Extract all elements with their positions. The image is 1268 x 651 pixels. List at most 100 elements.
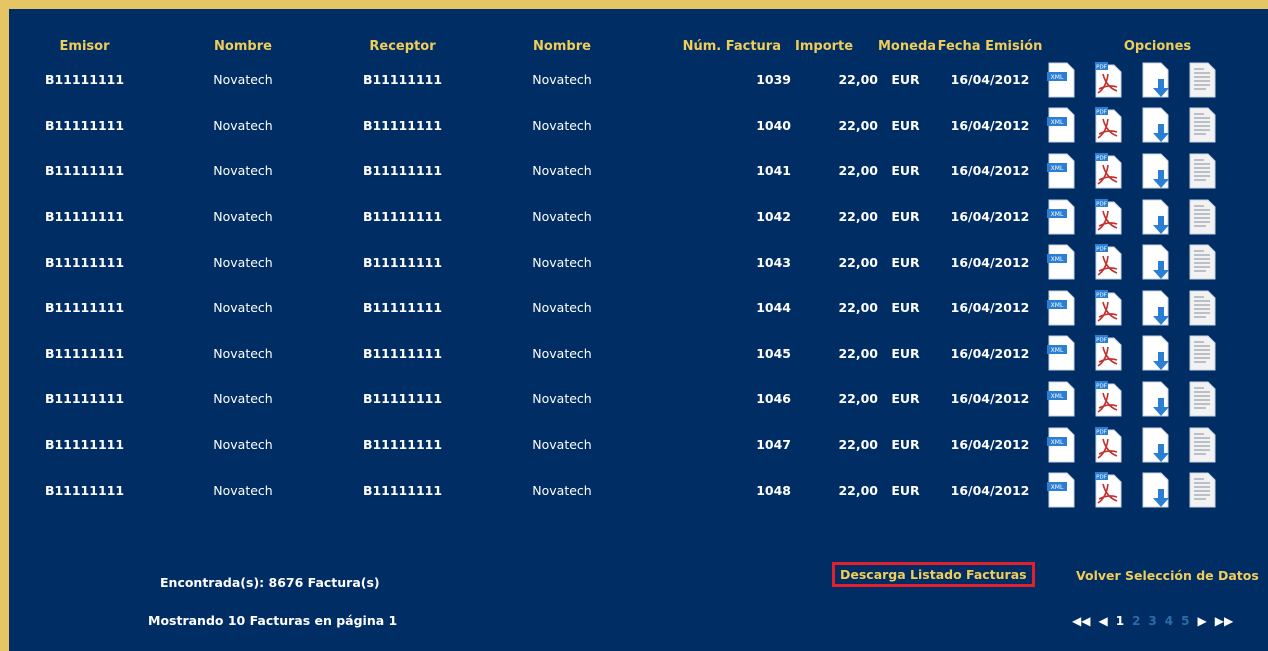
download-list-link[interactable]: Descarga Listado Facturas (832, 562, 1035, 587)
pdf-icon[interactable]: PDF (1094, 198, 1122, 235)
page-1-link[interactable]: 1 (1116, 614, 1124, 628)
pdf-icon[interactable]: PDF (1094, 335, 1122, 371)
prev-page-button[interactable]: ◀ (1098, 614, 1107, 628)
cell-moneda: EUR (891, 437, 920, 453)
page-2-link[interactable]: 2 (1132, 614, 1140, 628)
cell-nombre-emisor: Novatech (213, 482, 273, 498)
svg-text:XML: XML (1051, 484, 1064, 491)
document-icon[interactable] (1188, 199, 1216, 235)
document-icon[interactable] (1188, 472, 1216, 508)
document-icon[interactable] (1188, 290, 1216, 326)
download-icon[interactable] (1141, 335, 1169, 371)
cell-opciones: XML PDF (1047, 422, 1268, 468)
cell-opciones: XML PDF (1047, 467, 1268, 513)
cell-opciones: XML PDF (1047, 57, 1268, 103)
xml-icon[interactable]: XML (1047, 290, 1075, 326)
pdf-icon[interactable]: PDF (1094, 61, 1122, 98)
table-row: B11111111 Novatech B11111111 Novatech 1044 22… (9, 285, 1268, 331)
header-receptor: Receptor (369, 38, 436, 54)
table-row: B11111111 Novatech B11111111 Novatech 1043 22… (9, 239, 1268, 285)
document-icon[interactable] (1188, 381, 1216, 417)
header-num-factura: Núm. Factura (682, 38, 781, 54)
next-page-button[interactable]: ▶ (1198, 614, 1207, 628)
cell-nombre-receptor: Novatech (532, 482, 592, 498)
header-nombre-emisor: Nombre (214, 38, 272, 54)
download-icon[interactable] (1141, 427, 1169, 463)
svg-text:XML: XML (1051, 74, 1064, 81)
cell-emisor: B11111111 (44, 117, 125, 133)
cell-num-factura: 1039 (756, 72, 791, 88)
table-row: B11111111 Novatech B11111111 Novatech 1042 22… (9, 194, 1268, 240)
download-icon[interactable] (1141, 472, 1169, 508)
cell-moneda: EUR (891, 300, 920, 316)
pdf-icon[interactable]: PDF (1094, 380, 1122, 417)
cell-opciones: XML PDF (1047, 103, 1268, 149)
pdf-icon[interactable]: PDF (1094, 107, 1122, 143)
download-icon[interactable] (1141, 290, 1169, 326)
cell-moneda: EUR (891, 391, 920, 407)
xml-icon[interactable]: XML (1047, 153, 1075, 189)
xml-icon[interactable]: XML (1047, 107, 1075, 143)
xml-icon[interactable]: XML (1047, 199, 1075, 235)
header-fecha: Fecha Emisión (937, 38, 1043, 54)
cell-fecha: 16/04/2012 (950, 117, 1030, 133)
download-icon[interactable] (1141, 381, 1169, 417)
cell-nombre-receptor: Novatech (532, 254, 592, 270)
cell-opciones: XML PDF (1047, 376, 1268, 422)
pdf-icon[interactable]: PDF (1094, 152, 1122, 189)
cell-nombre-receptor: Novatech (532, 209, 592, 225)
last-page-button[interactable]: ▶▶ (1215, 614, 1233, 628)
cell-importe: 22,00 (838, 72, 878, 88)
page-4-link[interactable]: 4 (1165, 614, 1173, 628)
xml-icon[interactable]: XML (1047, 427, 1075, 463)
page-5-link[interactable]: 5 (1181, 614, 1189, 628)
download-icon[interactable] (1141, 244, 1169, 280)
results-count: Encontrada(s): 8676 Factura(s) (160, 575, 380, 590)
document-icon[interactable] (1188, 335, 1216, 371)
document-icon[interactable] (1188, 107, 1216, 143)
svg-text:XML: XML (1051, 302, 1064, 309)
document-icon[interactable] (1188, 153, 1216, 189)
xml-icon[interactable]: XML (1047, 381, 1075, 417)
cell-opciones: XML PDF (1047, 331, 1268, 377)
invoice-panel: Emisor Nombre Receptor Nombre Núm. Factu… (9, 9, 1268, 651)
cell-nombre-receptor: Novatech (532, 72, 592, 88)
download-icon[interactable] (1141, 107, 1169, 143)
cell-opciones: XML PDF (1047, 148, 1268, 194)
cell-receptor: B11111111 (362, 72, 443, 88)
xml-icon[interactable]: XML (1047, 244, 1075, 280)
xml-icon[interactable]: XML (1047, 62, 1075, 98)
cell-receptor: B11111111 (362, 482, 443, 498)
cell-importe: 22,00 (838, 254, 878, 270)
table-row: B11111111 Novatech B11111111 Novatech 1048 22… (9, 467, 1268, 513)
cell-moneda: EUR (891, 117, 920, 133)
cell-importe: 22,00 (838, 391, 878, 407)
cell-nombre-receptor: Novatech (532, 300, 592, 316)
cell-emisor: B11111111 (44, 391, 125, 407)
cell-receptor: B11111111 (362, 209, 443, 225)
first-page-button[interactable]: ◀◀ (1072, 614, 1090, 628)
table-row: B11111111 Novatech B11111111 Novatech 1045 22… (9, 331, 1268, 377)
pagination: ◀◀ ◀ 1 2 3 4 5 ▶ ▶▶ (1072, 614, 1233, 628)
page-3-link[interactable]: 3 (1148, 614, 1156, 628)
cell-importe: 22,00 (838, 300, 878, 316)
cell-num-factura: 1041 (756, 163, 791, 179)
cell-receptor: B11111111 (362, 163, 443, 179)
pdf-icon[interactable]: PDF (1094, 289, 1122, 326)
download-icon[interactable] (1141, 153, 1169, 189)
cell-nombre-emisor: Novatech (213, 254, 273, 270)
pdf-icon[interactable]: PDF (1094, 472, 1122, 508)
document-icon[interactable] (1188, 244, 1216, 280)
pdf-icon[interactable]: PDF (1094, 244, 1122, 280)
document-icon[interactable] (1188, 427, 1216, 463)
back-to-selection-link[interactable]: Volver Selección de Datos (1076, 568, 1259, 583)
download-icon[interactable] (1141, 199, 1169, 235)
cell-emisor: B11111111 (44, 72, 125, 88)
xml-icon[interactable]: XML (1047, 335, 1075, 371)
pdf-icon[interactable]: PDF (1094, 426, 1122, 463)
download-icon[interactable] (1141, 62, 1169, 98)
document-icon[interactable] (1188, 62, 1216, 98)
cell-fecha: 16/04/2012 (950, 482, 1030, 498)
cell-nombre-emisor: Novatech (213, 209, 273, 225)
xml-icon[interactable]: XML (1047, 472, 1075, 508)
